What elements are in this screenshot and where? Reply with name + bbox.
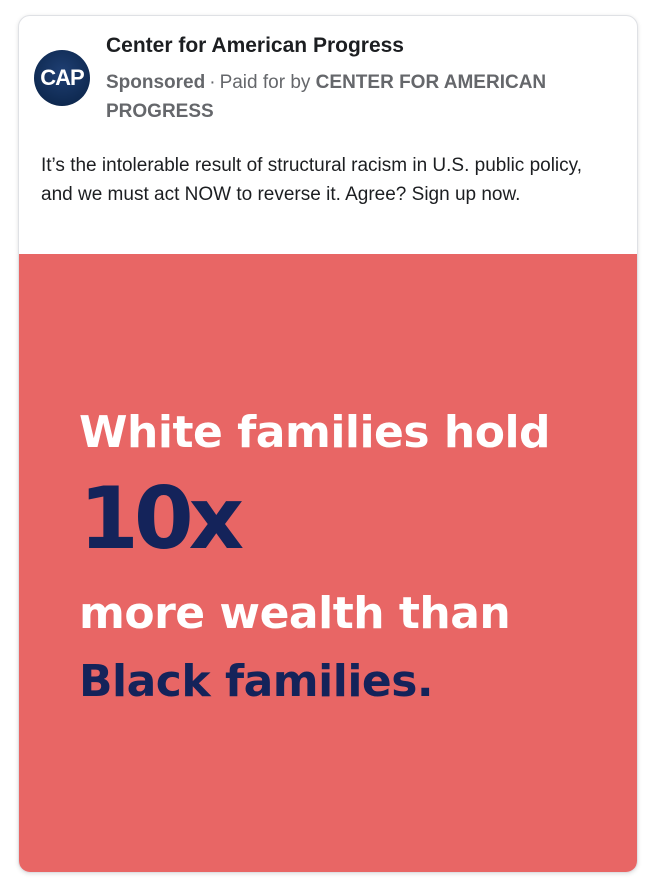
avatar-logo-text: CAP xyxy=(40,65,84,90)
advertiser-name[interactable]: Center for American Progress xyxy=(106,34,404,58)
post-header: CAP Center for American Progress Sponsor… xyxy=(19,16,637,136)
ad-creative-image[interactable]: White families hold 10x more wealth than… xyxy=(19,254,637,872)
ad-headline-line-3: more wealth than xyxy=(79,588,511,639)
ad-headline-stat: 10x xyxy=(79,469,244,569)
sponsorship-disclosure: Sponsored · Paid for by CENTER FOR AMERICA… xyxy=(106,68,606,126)
sponsored-label[interactable]: Sponsored xyxy=(106,72,205,93)
paid-for-prefix: Paid for by xyxy=(219,72,311,93)
sponsored-post-card: CAP Center for American Progress Sponsor… xyxy=(18,15,638,873)
post-body-text: It’s the intolerable result of structura… xyxy=(41,155,583,205)
ad-headline-line-4: Black families. xyxy=(79,656,434,707)
advertiser-avatar[interactable]: CAP xyxy=(34,50,90,106)
ad-headline-line-1: White families hold xyxy=(79,407,551,458)
separator-dot: · xyxy=(209,72,216,93)
